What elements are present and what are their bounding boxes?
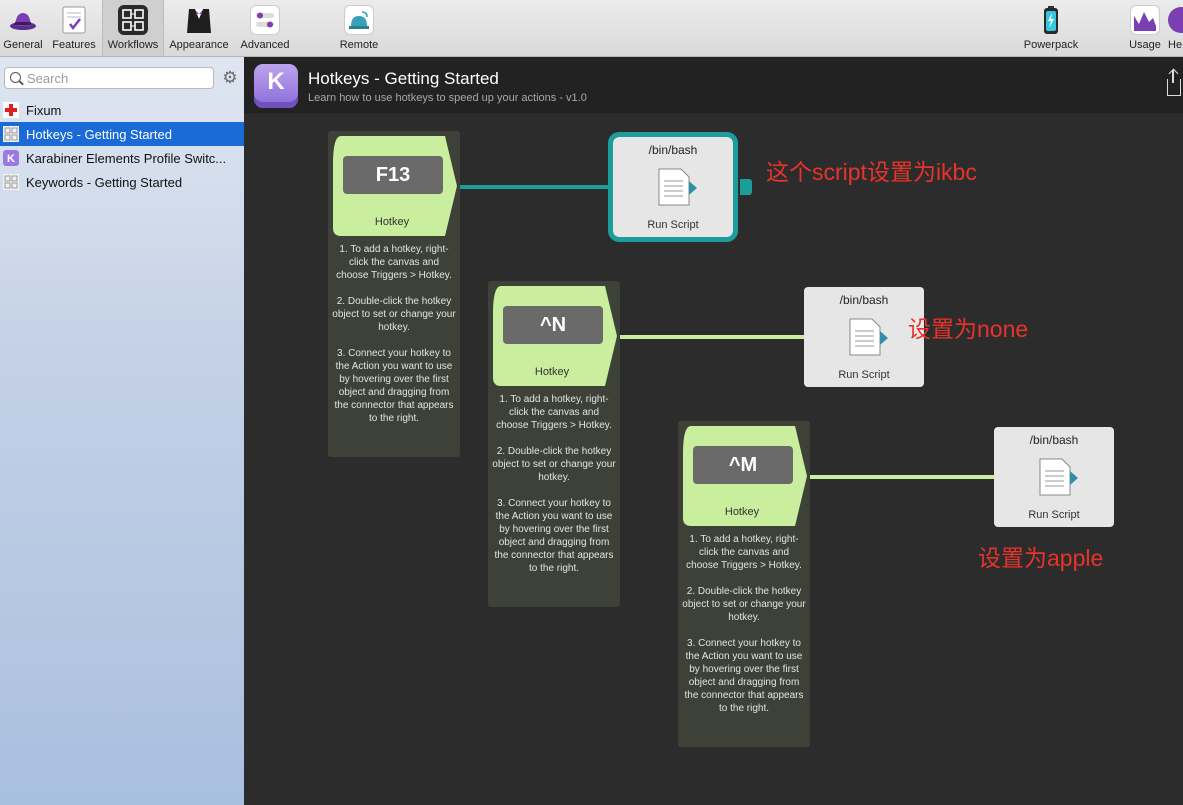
script-language: /bin/bash xyxy=(839,293,889,307)
hotkey-instructions: 1. To add a hotkey, right-click the canv… xyxy=(332,243,456,438)
instruction-step: 3. Connect your hotkey to the Action you… xyxy=(494,498,614,574)
script-document-icon xyxy=(849,318,888,356)
battery-icon xyxy=(1036,5,1066,35)
hotkey-keycap: ^N xyxy=(503,306,603,344)
script-language: /bin/bash xyxy=(1029,433,1079,447)
toolbar-label: Powerpack xyxy=(1023,39,1079,51)
script-label: Run Script xyxy=(1028,509,1080,521)
workflow-item-label: Karabiner Elements Profile Switc... xyxy=(26,150,227,166)
hotkey-keycap: ^M xyxy=(693,446,793,484)
gear-icon[interactable]: ⚙ xyxy=(221,69,239,87)
chart-icon xyxy=(1130,5,1160,35)
workflow-subtitle: Learn how to use hotkeys to speed up you… xyxy=(308,92,587,104)
hotkey-trigger[interactable]: ^M Hotkey xyxy=(683,426,807,526)
output-connector[interactable] xyxy=(740,179,752,195)
checklist-icon xyxy=(59,5,89,35)
search-input[interactable] xyxy=(27,70,209,86)
workflow-title: Hotkeys - Getting Started xyxy=(308,69,499,88)
instruction-step: 3. Connect your hotkey to the Action you… xyxy=(684,638,804,714)
toolbar-remote-button[interactable]: Remote xyxy=(334,0,384,56)
hat-icon xyxy=(8,5,38,35)
annotation-ikbc: 这个script设置为ikbc xyxy=(766,159,977,185)
hotkey-note-panel: ^N Hotkey 1. To add a hotkey, right-clic… xyxy=(488,281,620,607)
toggles-icon xyxy=(250,5,280,35)
preferences-toolbar: General Features Workflows Appearance Ad… xyxy=(0,0,1183,57)
toolbar-appearance-button[interactable]: Appearance xyxy=(166,0,232,56)
workflow-item-hotkeys-getting-started[interactable]: Hotkeys - Getting Started xyxy=(0,122,244,146)
run-script-action[interactable]: /bin/bash Run Script xyxy=(994,427,1114,527)
toolbar-usage-button[interactable]: Usage xyxy=(1126,0,1164,56)
toolbar-features-button[interactable]: Features xyxy=(50,0,98,56)
script-document-icon xyxy=(658,168,697,206)
hotkey-trigger[interactable]: ^N Hotkey xyxy=(493,286,617,386)
share-icon[interactable] xyxy=(1167,70,1181,96)
instruction-step: 2. Double-click the hotkey object to set… xyxy=(492,446,616,483)
search-row: ⚙ xyxy=(4,67,240,89)
svg-text:K: K xyxy=(7,153,15,165)
connector-line xyxy=(458,185,610,189)
toolbar-help-button[interactable]: He xyxy=(1168,0,1183,56)
grid-icon xyxy=(2,125,20,143)
instruction-step: 1. To add a hotkey, right-click the canv… xyxy=(686,534,802,571)
hotkey-instructions: 1. To add a hotkey, right-click the canv… xyxy=(682,533,806,728)
toolbar-label: Advanced xyxy=(240,39,290,51)
hotkey-note-panel: F13 Hotkey 1. To add a hotkey, right-cli… xyxy=(328,131,460,457)
workflow-item-label: Fixum xyxy=(26,102,62,118)
workflow-item-fixum[interactable]: Fixum xyxy=(0,98,244,122)
run-script-action[interactable]: /bin/bash Run Script xyxy=(608,132,738,242)
instruction-step: 2. Double-click the hotkey object to set… xyxy=(332,296,456,333)
hotkey-label: Hotkey xyxy=(534,366,570,378)
instruction-step: 2. Double-click the hotkey object to set… xyxy=(682,586,806,623)
instruction-step: 1. To add a hotkey, right-click the canv… xyxy=(336,244,452,281)
instruction-step: 3. Connect your hotkey to the Action you… xyxy=(334,348,454,424)
workflow-item-keywords-getting-started[interactable]: Keywords - Getting Started xyxy=(0,170,244,194)
toolbar-label: Usage xyxy=(1129,39,1161,51)
script-language: /bin/bash xyxy=(648,143,698,157)
connector-line xyxy=(618,335,806,339)
workflow-list: Fixum Hotkeys - Getting Started K Karabi… xyxy=(0,98,244,194)
karabiner-k-icon: K xyxy=(2,149,20,167)
workflow-canvas[interactable]: F13 Hotkey 1. To add a hotkey, right-cli… xyxy=(244,113,1183,805)
script-label: Run Script xyxy=(838,369,890,381)
toolbar-label: Features xyxy=(52,39,96,51)
toolbar-workflows-button[interactable]: Workflows xyxy=(102,0,164,56)
toolbar-label: General xyxy=(3,39,43,51)
toolbar-label: He xyxy=(1168,39,1183,51)
hotkey-label: Hotkey xyxy=(724,506,760,518)
search-icon xyxy=(10,72,21,83)
script-document-icon xyxy=(1039,458,1078,496)
red-cross-icon xyxy=(2,101,20,119)
connector-line xyxy=(808,475,996,479)
workflow-item-label: Hotkeys - Getting Started xyxy=(26,126,172,142)
workflow-icon[interactable]: K xyxy=(254,64,298,108)
toolbar-powerpack-button[interactable]: Powerpack xyxy=(1018,0,1084,56)
annotation-apple: 设置为apple xyxy=(978,545,1104,571)
workflow-sidebar: ⚙ Fixum Hotkeys - Getting Started K Kara… xyxy=(0,57,244,805)
remote-bell-icon xyxy=(344,5,374,35)
hotkey-note-panel: ^M Hotkey 1. To add a hotkey, right-clic… xyxy=(678,421,810,747)
hotkey-trigger[interactable]: F13 Hotkey xyxy=(333,136,457,236)
hotkey-keycap: F13 xyxy=(343,156,443,194)
workflow-header: K Hotkeys - Getting Started Learn how to… xyxy=(244,57,1183,113)
toolbar-label: Appearance xyxy=(169,39,229,51)
toolbar-label: Remote xyxy=(339,39,379,51)
toolbar-label: Workflows xyxy=(107,39,159,51)
run-script-action[interactable]: /bin/bash Run Script xyxy=(804,287,924,387)
workflows-icon xyxy=(118,5,148,35)
toolbar-advanced-button[interactable]: Advanced xyxy=(236,0,294,56)
help-icon xyxy=(1168,7,1183,33)
annotation-none: 设置为none xyxy=(908,316,1029,342)
instruction-step: 1. To add a hotkey, right-click the canv… xyxy=(496,394,612,431)
workflow-item-label: Keywords - Getting Started xyxy=(26,174,183,190)
hotkey-instructions: 1. To add a hotkey, right-click the canv… xyxy=(492,393,616,588)
script-label: Run Script xyxy=(647,219,699,231)
grid-icon xyxy=(2,173,20,191)
hotkey-label: Hotkey xyxy=(374,216,410,228)
tuxedo-icon xyxy=(184,5,214,35)
search-box[interactable] xyxy=(4,67,214,89)
toolbar-general-button[interactable]: General xyxy=(2,0,44,56)
workflow-item-karabiner[interactable]: K Karabiner Elements Profile Switc... xyxy=(0,146,244,170)
